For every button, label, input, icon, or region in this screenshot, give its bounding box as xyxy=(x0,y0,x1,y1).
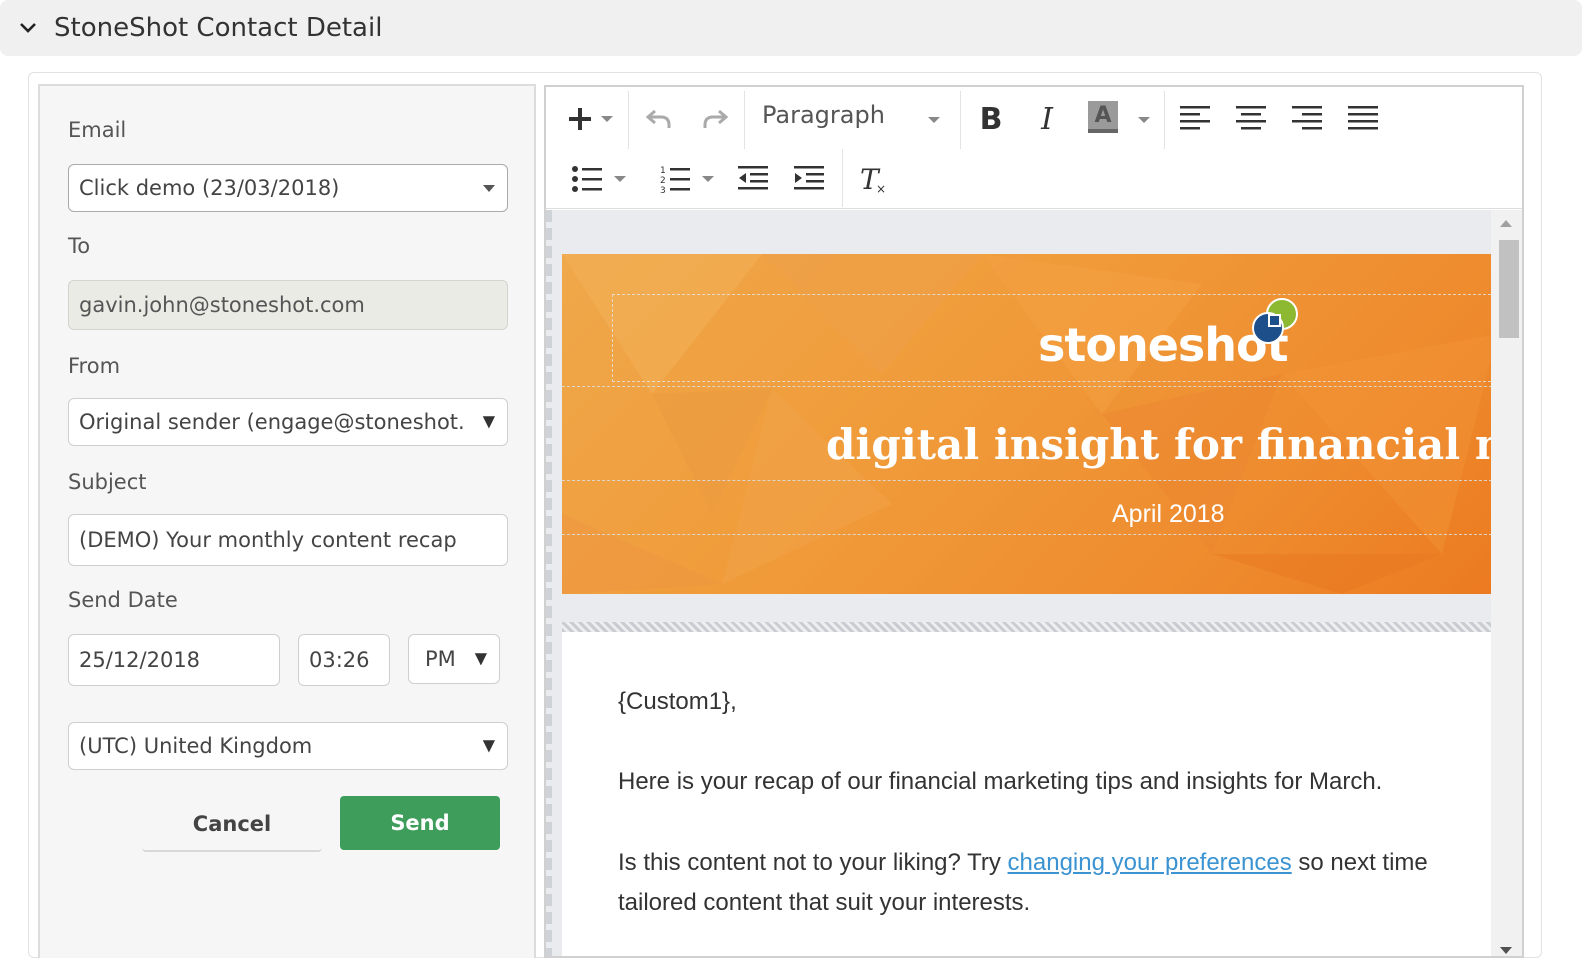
time-input-value: 03:26 xyxy=(309,648,370,672)
numbered-list-button[interactable]: 123 xyxy=(652,161,722,197)
section-header[interactable]: StoneShot Contact Detail xyxy=(0,0,1582,56)
from-label: From xyxy=(68,354,121,378)
align-justify-button[interactable] xyxy=(1346,101,1380,135)
bullet-list-icon xyxy=(572,166,602,192)
align-center-icon xyxy=(1236,106,1266,130)
bullet-list-button[interactable] xyxy=(564,161,634,197)
undo-icon xyxy=(646,109,671,128)
cancel-button[interactable]: Cancel xyxy=(142,798,322,852)
italic-icon[interactable]: I xyxy=(1030,99,1064,139)
email-editor: Paragraph B I A 123 T × stoneshot digita… xyxy=(544,85,1524,958)
to-field: gavin.john@stoneshot.com xyxy=(68,280,508,330)
to-label: To xyxy=(68,234,91,258)
chevron-down-icon xyxy=(483,185,495,192)
body-text-span: so next time xyxy=(1291,849,1428,876)
dropdown-caret-icon: ▼ xyxy=(482,411,495,431)
editor-content[interactable]: stoneshot digital insight for financial … xyxy=(546,210,1491,956)
email-select[interactable]: Click demo (23/03/2018) xyxy=(68,164,508,212)
format-select[interactable]: Paragraph xyxy=(762,101,885,129)
email-select-value: Click demo (23/03/2018) xyxy=(79,176,340,200)
bold-icon[interactable]: B xyxy=(974,99,1008,139)
undo-button[interactable] xyxy=(642,101,676,137)
editor-scrollbar[interactable] xyxy=(1491,210,1522,956)
section-title: StoneShot Contact Detail xyxy=(54,13,383,43)
greeting-text: {Custom1}, xyxy=(618,688,737,715)
dropdown-caret-icon xyxy=(614,176,626,182)
body-paragraph: Here is your recap of our financial mark… xyxy=(618,768,1383,795)
subject-input-value: (DEMO) Your monthly content recap xyxy=(79,528,457,552)
body-paragraph: Is this content not to your liking? Try … xyxy=(618,849,1428,877)
to-field-value: gavin.john@stoneshot.com xyxy=(79,293,365,317)
align-center-button[interactable] xyxy=(1234,101,1268,135)
redo-button[interactable] xyxy=(698,101,732,137)
send-date-label: Send Date xyxy=(68,588,178,612)
svg-text:3: 3 xyxy=(660,186,666,193)
banner-title: digital insight for financial marketers xyxy=(826,420,1491,469)
from-select-value: Original sender (engage@stoneshot. xyxy=(79,410,465,434)
dropdown-caret-icon xyxy=(601,116,613,122)
date-input[interactable]: 25/12/2018 xyxy=(68,634,280,686)
dropdown-caret-icon xyxy=(928,117,940,123)
subject-input[interactable]: (DEMO) Your monthly content recap xyxy=(68,514,508,566)
body-text-span: Is this content not to your liking? Try xyxy=(618,849,1008,876)
email-label: Email xyxy=(68,118,127,142)
editor-toolbar: Paragraph B I A 123 T × xyxy=(546,87,1522,209)
date-input-value: 25/12/2018 xyxy=(79,648,201,672)
timezone-select-value: (UTC) United Kingdom xyxy=(79,734,313,758)
section-divider xyxy=(562,622,1491,632)
dropdown-caret-icon xyxy=(1138,117,1150,123)
format-select-value: Paragraph xyxy=(762,101,885,129)
plus-icon xyxy=(569,108,591,130)
chevron-down-icon[interactable] xyxy=(18,18,38,38)
timezone-select[interactable]: (UTC) United Kingdom ▼ xyxy=(68,722,508,770)
indent-button[interactable] xyxy=(792,161,826,197)
align-left-icon xyxy=(1180,106,1210,130)
align-left-button[interactable] xyxy=(1178,101,1212,135)
font-color-icon[interactable]: A xyxy=(1088,101,1118,133)
align-right-icon xyxy=(1292,106,1322,130)
outdent-icon xyxy=(738,166,768,190)
from-select[interactable]: Original sender (engage@stoneshot. ▼ xyxy=(68,398,508,446)
align-justify-icon xyxy=(1348,106,1378,130)
scroll-up-icon[interactable] xyxy=(1500,220,1512,227)
logo-mark-icon xyxy=(1252,298,1298,344)
banner-date: April 2018 xyxy=(1112,500,1225,528)
clear-format-button[interactable]: T × xyxy=(856,159,890,199)
redo-icon xyxy=(703,109,728,128)
svg-text:×: × xyxy=(876,182,886,195)
outdent-button[interactable] xyxy=(736,161,770,197)
align-right-button[interactable] xyxy=(1290,101,1324,135)
email-body[interactable]: {Custom1}, Here is your recap of our fin… xyxy=(562,632,1491,956)
subject-label: Subject xyxy=(68,470,147,494)
dropdown-caret-icon: ▼ xyxy=(482,735,495,755)
dropdown-caret-icon: ▼ xyxy=(474,648,487,668)
numbered-list-icon: 123 xyxy=(660,166,690,193)
preferences-link[interactable]: changing your preferences xyxy=(1008,849,1292,876)
email-send-form: Email Click demo (23/03/2018) To gavin.j… xyxy=(38,84,536,958)
ampm-select-value: PM xyxy=(425,647,456,671)
svg-text:2: 2 xyxy=(660,176,666,186)
indent-icon xyxy=(794,166,824,190)
scrollbar-thumb[interactable] xyxy=(1499,240,1519,338)
body-paragraph: tailored content that suit your interest… xyxy=(618,889,1031,916)
time-input[interactable]: 03:26 xyxy=(298,634,390,686)
send-button[interactable]: Send xyxy=(340,796,500,850)
svg-text:1: 1 xyxy=(660,166,666,176)
dropdown-caret-icon xyxy=(702,176,714,182)
clear-format-icon: T× xyxy=(860,163,886,195)
newsletter-banner: stoneshot digital insight for financial … xyxy=(562,254,1491,594)
insert-button[interactable] xyxy=(560,101,620,137)
scroll-down-icon[interactable] xyxy=(1500,947,1512,954)
ampm-select[interactable]: PM ▼ xyxy=(408,634,500,684)
